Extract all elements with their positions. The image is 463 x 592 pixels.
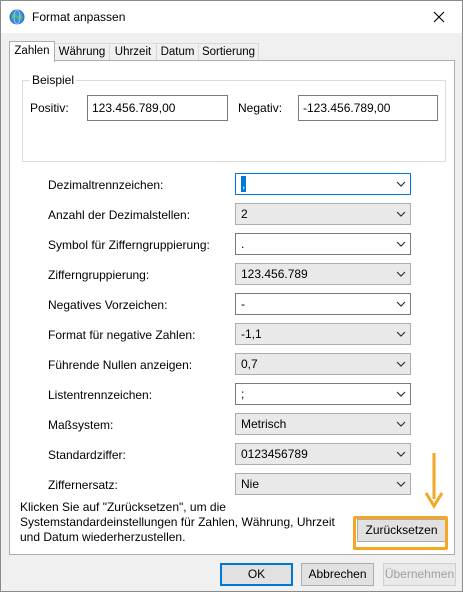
measurement-system-label: Maßsystem: (48, 418, 114, 432)
standard-digits-label: Standardziffer: (48, 448, 126, 462)
negative-format-label: Format für negative Zahlen: (48, 328, 196, 342)
reset-button[interactable]: Zurücksetzen (357, 519, 446, 542)
list-separator-label: Listentrennzeichen: (48, 388, 153, 402)
negative-format-combo[interactable]: -1,1 (235, 323, 411, 345)
close-button[interactable] (416, 1, 462, 32)
digit-grouping-combo[interactable]: 123.456.789 (235, 263, 411, 285)
decimal-places-value: 2 (241, 207, 248, 221)
chevron-down-icon (396, 181, 406, 187)
chevron-down-icon (396, 241, 406, 247)
chevron-down-icon (396, 391, 406, 397)
negative-sign-combo[interactable]: - (235, 293, 411, 315)
ok-button[interactable]: OK (220, 563, 293, 586)
measurement-system-combo[interactable]: Metrisch (235, 413, 411, 435)
title-bar: Format anpassen (1, 1, 462, 33)
tab-datum[interactable]: Datum (156, 43, 199, 61)
grouping-symbol-label: Symbol für Zifferngruppierung: (48, 238, 210, 252)
leading-zeros-value: 0,7 (241, 357, 258, 371)
negative-example-field: -123.456.789,00 (298, 95, 438, 121)
tab-uhrzeit[interactable]: Uhrzeit (109, 43, 157, 61)
leading-zeros-combo[interactable]: 0,7 (235, 353, 411, 375)
digit-grouping-label: Zifferngruppierung: (48, 268, 150, 282)
tab-waehrung[interactable]: Währung (54, 43, 110, 61)
chevron-down-icon (396, 211, 406, 217)
tab-panel-zahlen: Beispiel Positiv: 123.456.789,00 Negativ… (9, 60, 455, 555)
standard-digits-value: 0123456789 (241, 447, 308, 461)
reset-note-line: Klicken Sie auf "Zurücksetzen", um die (20, 500, 226, 514)
window-title: Format anpassen (32, 10, 126, 24)
arrow-down-icon (424, 453, 444, 509)
chevron-down-icon (396, 481, 406, 487)
tab-sortierung[interactable]: Sortierung (198, 43, 259, 61)
positive-example-field: 123.456.789,00 (87, 95, 228, 121)
positive-label: Positiv: (30, 101, 69, 115)
decimal-separator-value: , (241, 176, 247, 192)
negative-format-value: -1,1 (241, 327, 262, 341)
cancel-button[interactable]: Abbrechen (301, 563, 374, 586)
negative-sign-label: Negatives Vorzeichen: (48, 298, 168, 312)
decimal-places-combo[interactable]: 2 (235, 203, 411, 225)
reset-note-line: und Datum wiederherzustellen. (20, 530, 186, 544)
standard-digits-combo[interactable]: 0123456789 (235, 443, 411, 465)
globe-icon (9, 9, 25, 25)
decimal-separator-combo[interactable]: , (235, 173, 411, 195)
reset-note-line: Systemstandardeinstellungen für Zahlen, … (20, 515, 335, 529)
digit-grouping-value: 123.456.789 (241, 267, 308, 281)
negative-label: Negativ: (238, 101, 283, 115)
grouping-symbol-combo[interactable]: . (235, 233, 411, 255)
grouping-symbol-value: . (241, 237, 245, 251)
decimal-separator-label: Dezimaltrennzeichen: (48, 178, 164, 192)
decimal-places-label: Anzahl der Dezimalstellen: (48, 208, 191, 222)
list-separator-value: ; (241, 387, 245, 401)
apply-button[interactable]: Übernehmen (383, 563, 456, 586)
chevron-down-icon (396, 271, 406, 277)
leading-zeros-label: Führende Nullen anzeigen: (48, 358, 193, 372)
chevron-down-icon (396, 451, 406, 457)
chevron-down-icon (396, 301, 406, 307)
example-group: Beispiel Positiv: 123.456.789,00 Negativ… (22, 73, 446, 162)
negative-sign-value: - (241, 297, 245, 311)
chevron-down-icon (396, 331, 406, 337)
digit-substitution-combo[interactable]: Nie (235, 473, 411, 495)
tab-zahlen[interactable]: Zahlen (9, 41, 55, 62)
example-group-label: Beispiel (30, 73, 77, 87)
digit-substitution-label: Ziffernersatz: (48, 478, 118, 492)
close-icon (433, 11, 445, 22)
chevron-down-icon (396, 421, 406, 427)
chevron-down-icon (396, 361, 406, 367)
measurement-system-value: Metrisch (241, 417, 287, 431)
reset-note: Klicken Sie auf "Zurücksetzen", um die S… (20, 500, 342, 545)
list-separator-combo[interactable]: ; (235, 383, 411, 405)
digit-substitution-value: Nie (241, 477, 260, 491)
format-dialog: Format anpassen Zahlen Währung Uhrzeit D… (0, 0, 463, 592)
